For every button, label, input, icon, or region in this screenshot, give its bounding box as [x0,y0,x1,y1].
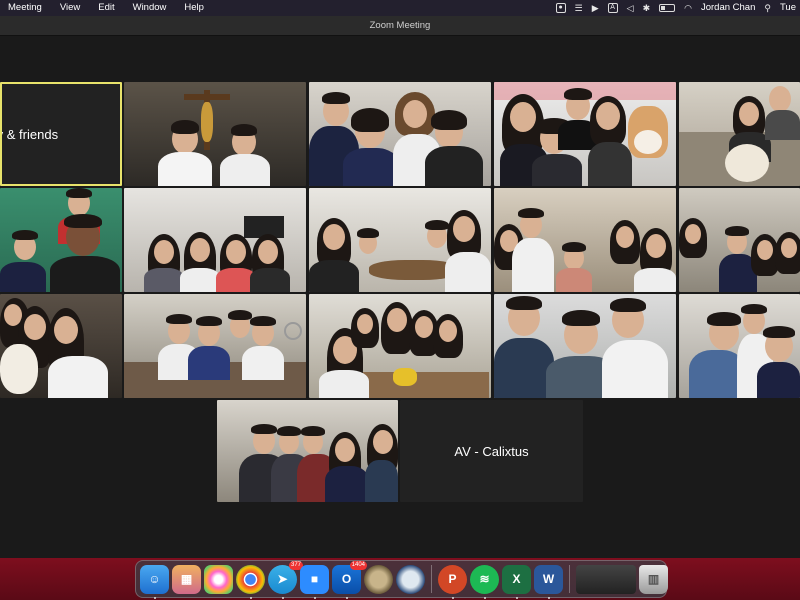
telegram-icon[interactable]: ➤ 377 [268,560,303,599]
window-preview-icon[interactable] [576,564,636,594]
play-icon[interactable]: ▶ [592,0,599,16]
wifi-icon[interactable]: ◠ [684,0,692,16]
menu-bar: Meeting View Edit Window Help ● ☰ ▶ A ◁ … [0,0,800,16]
screen-record-icon[interactable]: ● [555,3,566,13]
video-tile[interactable] [124,188,306,292]
a-icon[interactable]: A [607,3,618,13]
participant-name: AV - Calixtus [454,443,529,459]
photos-icon[interactable] [204,564,233,594]
menu-view[interactable]: View [51,0,89,16]
video-tile[interactable] [494,82,676,186]
dock: ☺ ▦ ➤ 377 ■ O 1404 P ≋ X W ▥ [135,560,668,599]
menu-help[interactable]: Help [175,0,213,16]
zoom-icon[interactable]: ■ [300,564,329,599]
status-area: ● ☰ ▶ A ◁ ✱ ◠ Jordan Chan ⚲ Tue [555,0,800,16]
participant-name: rry & friends [2,126,59,142]
video-tile[interactable] [0,294,122,398]
video-tile[interactable] [679,188,800,292]
active-speaker-tile[interactable]: rry & friends [0,82,122,186]
dock-separator [569,565,570,593]
powerpoint-icon[interactable]: P [438,564,467,599]
video-tile[interactable] [494,188,676,292]
notes-icon[interactable]: ☰ [575,0,583,16]
finder-icon[interactable]: ☺ [140,564,169,599]
outlook-badge: 1404 [349,560,367,570]
window-title: Zoom Meeting [0,16,800,36]
video-tile[interactable] [0,188,122,292]
video-tile[interactable] [309,188,491,292]
search-icon[interactable]: ⚲ [764,0,771,16]
video-tile[interactable] [124,294,306,398]
excel-icon[interactable]: X [502,564,531,599]
video-tile[interactable] [309,294,491,398]
video-tile[interactable] [494,294,676,398]
video-tile[interactable] [124,82,306,186]
user-name[interactable]: Jordan Chan [701,0,755,16]
clock-day[interactable]: Tue [780,0,796,16]
menu-meeting[interactable]: Meeting [0,0,51,16]
menu-edit[interactable]: Edit [89,0,123,16]
video-tile[interactable] [679,294,800,398]
word-icon[interactable]: W [534,564,563,599]
menu-window[interactable]: Window [124,0,176,16]
mute-icon[interactable]: ◁ [627,0,634,16]
launchpad-icon[interactable]: ▦ [172,564,201,594]
bluetooth-icon[interactable]: ✱ [643,0,651,16]
book-icon[interactable] [364,564,393,594]
video-tile[interactable] [309,82,491,186]
trash-icon[interactable]: ▥ [639,564,668,594]
gallery-view: rry & friends [0,36,800,558]
battery-icon[interactable] [659,4,676,12]
video-tile[interactable] [679,82,800,186]
ship-icon[interactable] [396,564,425,594]
participant-tile-av[interactable]: AV - Calixtus [400,400,583,502]
video-tile[interactable] [217,400,398,502]
chrome-icon[interactable] [236,564,265,599]
dock-separator [431,565,432,593]
spotify-icon[interactable]: ≋ [470,564,499,599]
outlook-icon[interactable]: O 1404 [332,560,367,599]
